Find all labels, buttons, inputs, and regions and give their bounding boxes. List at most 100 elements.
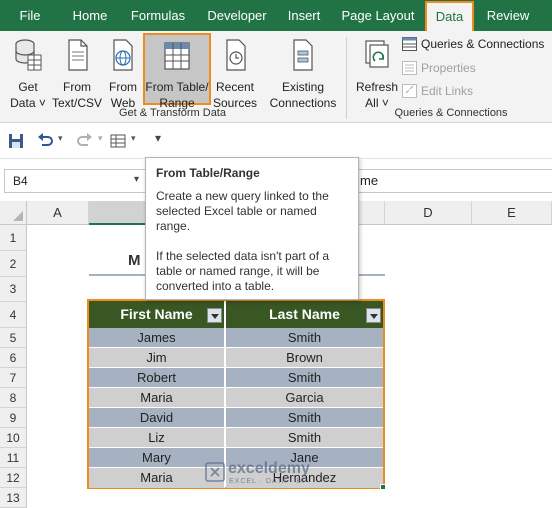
clock-document-icon: [226, 39, 246, 71]
properties-button[interactable]: Properties: [402, 61, 476, 75]
table-cell[interactable]: Jim: [89, 348, 225, 368]
redo-dropdown-icon[interactable]: ▾: [98, 133, 103, 144]
tooltip-paragraph-1: Create a new query linked to the selecte…: [156, 189, 329, 233]
sheet-title: M: [128, 252, 141, 269]
row-header-1[interactable]: 1: [0, 225, 27, 251]
tab-page-layout[interactable]: Page Layout: [338, 0, 418, 31]
ribbon-tab-bar: File Home Formulas Developer Insert Page…: [0, 0, 552, 31]
resize-handle[interactable]: [380, 484, 386, 490]
customize-qat-icon[interactable]: ▾: [155, 131, 161, 145]
table-icon: [164, 42, 190, 70]
watermark-tagline: EXCEL · DATA · BI: [229, 478, 305, 485]
row-header-4[interactable]: 4: [0, 302, 27, 328]
edit-links-label: Edit Links: [421, 84, 474, 98]
from-table-range-button[interactable]: From Table/ Range: [143, 33, 211, 110]
table-header-last-name[interactable]: Last Name: [226, 301, 383, 328]
undo-dropdown-icon[interactable]: ▾: [58, 133, 63, 144]
table-header-first-name-label: First Name: [120, 306, 193, 322]
redo-icon[interactable]: [76, 133, 94, 149]
queries-connections-button[interactable]: Queries & Connections: [402, 37, 544, 51]
select-all-triangle-icon: [13, 211, 23, 221]
tab-formulas[interactable]: Formulas: [127, 0, 189, 31]
filter-dropdown-icon[interactable]: [366, 308, 381, 323]
from-web-button[interactable]: From Web: [104, 37, 142, 111]
group-label-get-transform: Get & Transform Data: [119, 107, 226, 119]
tab-data[interactable]: Data: [425, 1, 474, 31]
row-header-7[interactable]: 7: [0, 368, 27, 388]
row-header-2[interactable]: 2: [0, 251, 27, 277]
table-cell[interactable]: Smith: [226, 328, 383, 348]
tab-insert[interactable]: Insert: [283, 0, 325, 31]
table-cell[interactable]: James: [89, 328, 225, 348]
table-cell[interactable]: Garcia: [226, 388, 383, 408]
quick-access-toolbar: ▾ ▾ ▾ ▾: [0, 123, 552, 159]
from-web-label-1: From: [109, 80, 137, 94]
from-table-range-tooltip: From Table/Range Create a new query link…: [145, 157, 359, 300]
table-cell[interactable]: Liz: [89, 428, 225, 448]
queries-connections-label: Queries & Connections: [421, 37, 545, 51]
existing-connections-label-1: Existing: [281, 80, 325, 94]
save-icon[interactable]: [8, 133, 24, 149]
row-header-11[interactable]: 11: [0, 448, 27, 468]
row-header-8[interactable]: 8: [0, 388, 27, 408]
table-cell[interactable]: Maria: [89, 388, 225, 408]
row-header-3[interactable]: 3: [0, 277, 27, 302]
database-icon: [15, 39, 42, 71]
column-header-a[interactable]: A: [27, 201, 89, 225]
refresh-all-label-1: Refresh: [355, 80, 399, 94]
tab-review[interactable]: Review: [484, 0, 532, 31]
table-header-last-name-label: Last Name: [269, 306, 340, 322]
document-icon: [68, 39, 88, 71]
select-all-corner[interactable]: [0, 201, 27, 225]
group-label-queries: Queries & Connections: [394, 107, 508, 119]
table-header-first-name[interactable]: First Name: [89, 301, 225, 328]
form-dropdown-icon[interactable]: ▾: [131, 133, 136, 144]
form-icon[interactable]: [110, 133, 128, 149]
table-cell[interactable]: Brown: [226, 348, 383, 368]
from-table-range-label-1: From Table/: [145, 80, 209, 94]
tooltip-title: From Table/Range: [156, 166, 260, 180]
table-cell[interactable]: Smith: [226, 428, 383, 448]
get-data-label-1: Get: [18, 80, 38, 94]
column-header-d[interactable]: D: [385, 201, 472, 225]
exceldemy-logo-icon: [205, 462, 225, 482]
recent-sources-label-1: Recent: [215, 80, 255, 94]
properties-label: Properties: [421, 61, 476, 75]
edit-links-icon: [402, 84, 417, 98]
watermark-brand: exceldemy: [228, 460, 310, 477]
name-box[interactable]: B4: [4, 169, 146, 193]
tooltip-paragraph-2: If the selected data isn't part of a tab…: [156, 249, 330, 293]
ribbon-separator: [346, 37, 347, 119]
formula-input[interactable]: me: [355, 169, 552, 193]
row-header-12[interactable]: 12: [0, 468, 27, 488]
tab-home[interactable]: Home: [64, 0, 116, 31]
undo-icon[interactable]: [36, 133, 54, 149]
refresh-icon: [365, 40, 389, 68]
filter-dropdown-icon[interactable]: [207, 308, 222, 323]
table-cell[interactable]: Smith: [226, 368, 383, 388]
table-cell[interactable]: Smith: [226, 408, 383, 428]
table-cell[interactable]: David: [89, 408, 225, 428]
ribbon: Get Data ˅ From Text/CSV From Web From T…: [0, 31, 552, 123]
web-page-icon: [113, 39, 133, 71]
table-cell[interactable]: Robert: [89, 368, 225, 388]
row-header-6[interactable]: 6: [0, 348, 27, 368]
edit-links-button[interactable]: Edit Links: [402, 84, 473, 98]
row-header-5[interactable]: 5: [0, 328, 27, 348]
recent-sources-button[interactable]: Recent Sources: [212, 37, 258, 111]
from-text-csv-button[interactable]: From Text/CSV: [51, 37, 103, 111]
from-text-csv-label-1: From: [63, 80, 91, 94]
tab-developer[interactable]: Developer: [201, 0, 273, 31]
name-box-dropdown-icon[interactable]: ▾: [134, 174, 139, 185]
column-header-e[interactable]: E: [472, 201, 552, 225]
get-data-button[interactable]: Get Data ˅: [8, 37, 48, 111]
row-header-9[interactable]: 9: [0, 408, 27, 428]
existing-connections-button[interactable]: Existing Connections: [266, 37, 340, 111]
tab-file[interactable]: File: [14, 0, 46, 31]
row-header-13[interactable]: 13: [0, 488, 27, 508]
row-header-10[interactable]: 10: [0, 428, 27, 448]
properties-icon: [402, 61, 417, 75]
refresh-all-button[interactable]: Refresh All ˅: [354, 37, 400, 111]
queries-icon: [402, 37, 417, 51]
connections-icon: [293, 39, 313, 71]
